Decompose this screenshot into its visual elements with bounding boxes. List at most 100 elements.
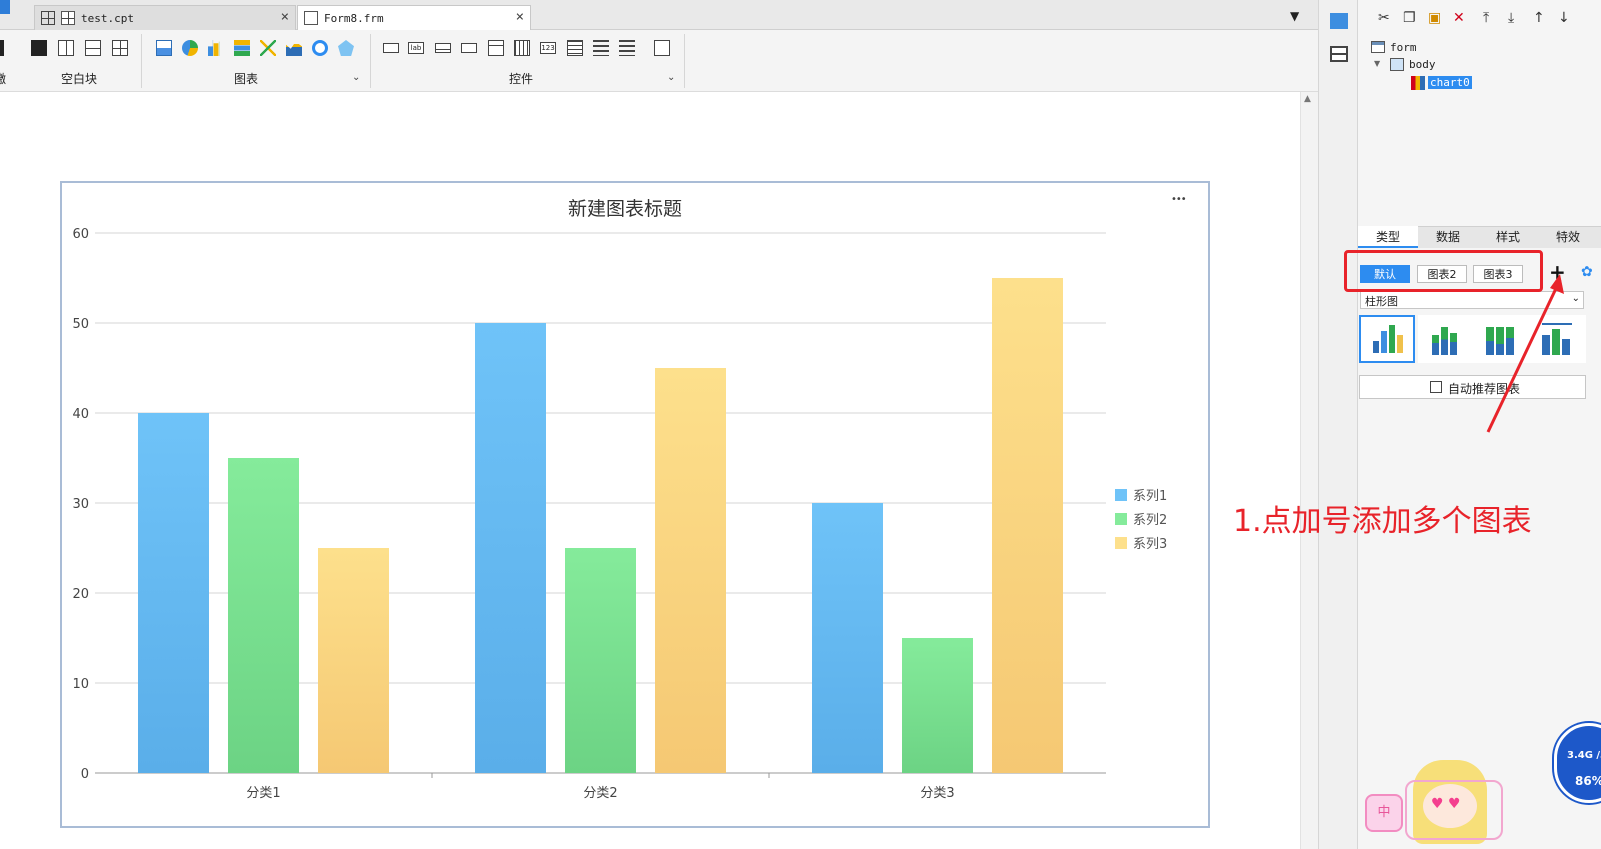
vertical-scrollbar[interactable]: ▲	[1300, 92, 1318, 849]
split-layout-icon[interactable]	[58, 40, 74, 56]
chevron-down-icon[interactable]: ⌄	[667, 72, 675, 83]
copy-icon[interactable]: ❐	[1403, 10, 1416, 26]
tree-item-form[interactable]: form	[1390, 41, 1417, 54]
gear-icon[interactable]: ✿	[1581, 264, 1593, 280]
tab-test-cpt[interactable]: test.cpt ×	[34, 5, 296, 30]
tab-type[interactable]: 类型	[1358, 226, 1418, 248]
ime-mascot-sticker[interactable]: 中 ♥ ♥	[1365, 760, 1505, 849]
column-chart-icon	[1411, 76, 1425, 90]
cut-icon[interactable]: ✂	[1378, 10, 1390, 26]
bar	[992, 278, 1063, 773]
chart-menu-icon[interactable]: •••	[1171, 194, 1187, 205]
y-tick-label: 10	[72, 677, 89, 692]
chevron-down-icon[interactable]: ⌄	[352, 72, 360, 83]
label-widget-icon[interactable]	[383, 43, 399, 53]
radar-chart-icon[interactable]	[338, 40, 354, 56]
ribbon-toolbar: 缴 空白块 图表 ⌄ lab 123 控件 ⌄	[0, 30, 1318, 92]
tab-list-dropdown-icon[interactable]: ▼	[1290, 9, 1299, 23]
bar	[475, 323, 546, 773]
legend-label: 系列3	[1133, 537, 1167, 552]
app-corner-icon[interactable]	[0, 0, 10, 14]
chevron-down-icon: ⌄	[1571, 293, 1580, 304]
ribbon-group-blank-label: 空白块	[61, 72, 98, 86]
area-chart-icon[interactable]	[286, 41, 302, 56]
tab-form8-frm[interactable]: Form8.frm ×	[297, 5, 531, 30]
chart-type-value: 柱形图	[1365, 295, 1398, 308]
chart-style-thumb-column[interactable]	[1359, 315, 1415, 363]
tree-item-chart[interactable]: chart0	[1428, 76, 1472, 89]
bar-chart-icon[interactable]	[208, 40, 220, 56]
body-icon	[1390, 58, 1404, 71]
horizontal-bar-icon[interactable]	[234, 40, 250, 56]
bar	[812, 503, 883, 773]
tab-effect[interactable]: 特效	[1538, 226, 1598, 248]
y-tick-label: 40	[72, 407, 89, 422]
column-chart-icon[interactable]	[156, 40, 172, 56]
bar	[138, 413, 209, 773]
combo-box-widget-icon[interactable]	[461, 43, 477, 53]
close-icon[interactable]: ×	[516, 9, 524, 25]
mascot-frame	[1405, 780, 1503, 840]
ribbon-partial-label: 缴	[0, 72, 7, 86]
ime-mode-badge: 中	[1365, 794, 1403, 832]
ribbon-group-widget-label: 控件	[509, 72, 534, 86]
radio-group-widget-icon[interactable]	[593, 40, 609, 56]
bar	[228, 458, 299, 773]
tree-expand-icon[interactable]: ▼	[1374, 59, 1380, 68]
legend-label: 系列1	[1133, 489, 1167, 504]
tree-item-body[interactable]: body	[1409, 58, 1436, 71]
widget-tree: form ▼ body chart0	[1358, 36, 1601, 216]
tab-data[interactable]: 数据	[1418, 226, 1478, 248]
grid-layout-icon[interactable]	[112, 40, 128, 56]
bar	[318, 548, 389, 773]
move-down-icon[interactable]: ↓	[1558, 10, 1570, 26]
form-icon	[1371, 41, 1385, 53]
tab-style[interactable]: 样式	[1478, 226, 1538, 248]
absolute-layout-icon[interactable]	[31, 40, 47, 56]
form-icon	[304, 11, 318, 25]
close-icon[interactable]: ×	[281, 9, 289, 25]
chart-title: 新建图表标题	[568, 198, 682, 220]
pie-chart-icon[interactable]	[182, 40, 198, 56]
widget-settings-icon[interactable]	[1330, 13, 1348, 29]
delete-icon[interactable]: ✕	[1453, 10, 1465, 26]
text-area-widget-icon[interactable]	[567, 40, 583, 56]
search-icon[interactable]	[654, 40, 670, 56]
grid-add-icon	[41, 11, 55, 25]
checkbox-group-widget-icon[interactable]	[619, 40, 635, 56]
line-chart-icon[interactable]	[260, 40, 276, 56]
text-field-widget-icon[interactable]	[435, 43, 451, 53]
report-icon	[61, 11, 75, 25]
x-tick-label: 分类2	[583, 786, 617, 801]
scroll-up-icon[interactable]: ▲	[1304, 94, 1311, 104]
chart-style-thumb-stacked[interactable]	[1418, 315, 1474, 363]
legend-label: 系列2	[1133, 513, 1167, 528]
annotation-arrow	[1486, 274, 1564, 433]
horizontal-layout-icon[interactable]	[85, 40, 101, 56]
move-top-icon[interactable]: ⤒	[1483, 10, 1489, 26]
gauge-chart-icon[interactable]	[312, 40, 328, 56]
tab-label: test.cpt	[81, 11, 134, 25]
ribbon-group-chart-label: 图表	[234, 72, 259, 86]
memory-percent: 86%	[1575, 774, 1601, 788]
legend-swatch	[1115, 537, 1127, 549]
ribbon-separator	[684, 34, 685, 88]
chart-widget[interactable]: 新建图表标题 0 10 20 30 40 50 60 分类1 分类2 分类3 系列1 系列2 系列3 ••…	[60, 181, 1210, 828]
bar	[902, 638, 973, 773]
legend-swatch	[1115, 513, 1127, 525]
move-up-icon[interactable]: ↑	[1533, 10, 1545, 26]
layout-manager-icon[interactable]	[1330, 46, 1348, 62]
ribbon-separator	[370, 34, 371, 88]
paste-icon[interactable]: ▣	[1428, 10, 1441, 26]
number-widget-icon[interactable]: 123	[540, 42, 556, 54]
y-tick-label: 30	[72, 497, 89, 512]
text-label-widget-icon[interactable]: lab	[408, 42, 424, 54]
layout-icon[interactable]	[0, 40, 4, 56]
tab-label: Form8.frm	[324, 11, 384, 25]
bar	[565, 548, 636, 773]
move-bottom-icon[interactable]: ⤓	[1508, 10, 1514, 26]
list-widget-icon[interactable]	[488, 40, 504, 56]
recommend-chart-icon	[1430, 381, 1442, 393]
memory-line1: 3.4G /3	[1567, 750, 1601, 761]
date-widget-icon[interactable]	[514, 40, 530, 56]
